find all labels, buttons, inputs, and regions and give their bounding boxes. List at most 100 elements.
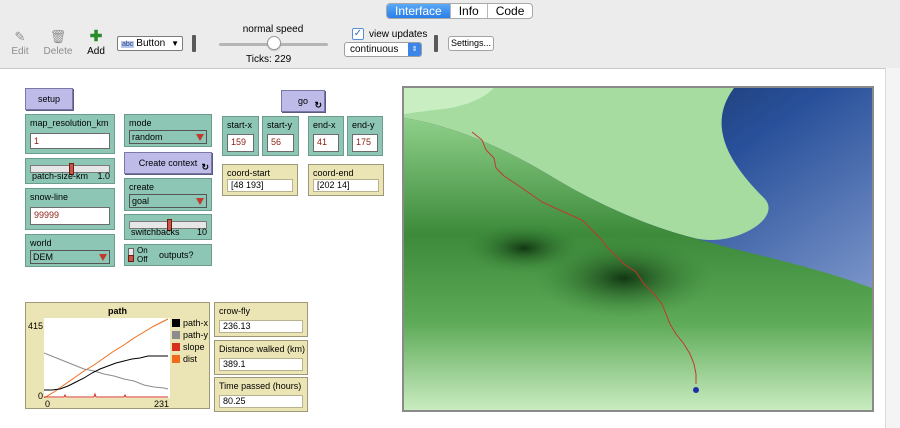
- legend-swatch: [172, 355, 180, 363]
- distance-walked-label: Distance walked (km): [219, 344, 306, 354]
- start-y-label: start-y: [267, 120, 293, 130]
- widget-type-value: Button: [136, 38, 166, 49]
- plus-icon: ✚: [89, 28, 103, 45]
- legend-item: dist: [172, 353, 208, 365]
- dropdown-triangle-icon: [196, 134, 204, 141]
- create-context-button[interactable]: Create context ↻: [124, 152, 212, 174]
- end-y-label: end-y: [352, 120, 375, 130]
- view-updates-toggle[interactable]: ✓ view updates: [352, 28, 427, 40]
- dropdown-triangle-icon: [99, 254, 107, 261]
- dropdown-triangle-icon: [196, 198, 204, 205]
- distance-walked-value: 389.1: [219, 358, 303, 371]
- map-resolution-input-widget: map_resolution_km 1: [25, 114, 115, 154]
- legend-label: path-y: [183, 330, 209, 340]
- go-label: go: [297, 96, 308, 106]
- mode-chooser[interactable]: mode random: [124, 114, 212, 147]
- create-chooser[interactable]: create goal: [124, 178, 212, 211]
- edit-button[interactable]: ✎ Edit: [0, 30, 40, 58]
- tab-bar: Interface Info Code: [386, 3, 534, 19]
- tab-interface[interactable]: Interface: [387, 4, 451, 18]
- end-y-input-widget: end-y 175: [347, 116, 383, 156]
- time-passed-value: 80.25: [219, 395, 303, 408]
- legend-label: path-x: [183, 318, 209, 328]
- plot-x-min: 0: [45, 399, 51, 409]
- snow-line-label: snow-line: [30, 192, 69, 202]
- legend-item: path-x: [172, 317, 208, 329]
- toolbar: ✎ Edit 🗑 Delete ✚ Add abc Button ▼ normal…: [0, 20, 900, 66]
- switch-off-label: Off: [137, 255, 148, 264]
- world-view[interactable]: [402, 86, 874, 412]
- forever-icon: ↻: [314, 100, 322, 110]
- tab-info[interactable]: Info: [451, 4, 488, 18]
- map-resolution-label: map_resolution_km: [30, 118, 109, 128]
- crow-fly-value: 236.13: [219, 320, 303, 333]
- switch-knob[interactable]: [128, 255, 134, 262]
- view-updates-checkbox[interactable]: ✓: [352, 28, 364, 40]
- world-value-box[interactable]: DEM: [30, 250, 110, 264]
- edit-label: Edit: [11, 46, 29, 57]
- map-resolution-field[interactable]: 1: [30, 133, 110, 149]
- switch-on-label: On: [137, 246, 148, 255]
- end-x-label: end-x: [313, 120, 336, 130]
- start-y-input-widget: start-y 56: [262, 116, 299, 156]
- add-label: Add: [87, 46, 105, 57]
- coord-start-label: coord-start: [227, 168, 271, 178]
- walker-turtle: [693, 387, 699, 393]
- speed-slider-knob[interactable]: [267, 36, 281, 50]
- mountain-ridge: [464, 223, 584, 273]
- world-value: DEM: [33, 252, 53, 262]
- outputs-switch[interactable]: On Off outputs?: [124, 244, 212, 266]
- terrain-map: [404, 88, 872, 410]
- snow-line-input-widget: snow-line 99999: [25, 188, 115, 230]
- chevron-down-icon: ▼: [171, 39, 179, 48]
- setup-button[interactable]: setup: [25, 88, 73, 110]
- tick-counter: Ticks: 229: [246, 54, 292, 65]
- patch-size-value: 1.0: [97, 171, 110, 181]
- time-passed-label: Time passed (hours): [219, 381, 302, 391]
- legend-swatch: [172, 343, 180, 351]
- tab-code[interactable]: Code: [488, 4, 533, 18]
- create-value: goal: [132, 196, 150, 206]
- create-value-box[interactable]: goal: [129, 194, 207, 208]
- outputs-label: outputs?: [159, 250, 194, 260]
- plot-legend: path-x path-y slope dist: [172, 317, 208, 365]
- coord-end-value: [202 14]: [313, 179, 379, 192]
- legend-swatch: [172, 319, 180, 327]
- crow-fly-label: crow-fly: [219, 306, 250, 316]
- start-x-field[interactable]: 159: [227, 134, 254, 152]
- switchbacks-slider[interactable]: switchbacks 10: [124, 214, 212, 240]
- world-label: world: [30, 238, 52, 248]
- start-x-input-widget: start-x 159: [222, 116, 259, 156]
- mode-label: mode: [129, 118, 152, 128]
- switchbacks-value: 10: [196, 227, 207, 237]
- end-y-field[interactable]: 175: [352, 134, 378, 152]
- plot-y-min: 0: [38, 391, 44, 401]
- delete-button[interactable]: 🗑 Delete: [38, 30, 78, 58]
- patch-size-slider[interactable]: patch-size-km 1.0: [25, 158, 115, 184]
- plot-y-max: 415: [28, 321, 44, 331]
- switch-track[interactable]: [128, 248, 134, 262]
- start-x-label: start-x: [227, 120, 253, 130]
- toolbar-divider: [192, 35, 196, 52]
- world-chooser[interactable]: world DEM: [25, 234, 115, 267]
- patch-size-label: patch-size-km: [32, 171, 89, 181]
- end-x-field[interactable]: 41: [313, 134, 339, 152]
- crow-fly-monitor: crow-fly 236.13: [214, 302, 308, 337]
- mode-value-box[interactable]: random: [129, 130, 207, 144]
- snow-line-field[interactable]: 99999: [30, 207, 110, 225]
- go-button[interactable]: go ↻: [281, 90, 325, 112]
- toolbar-divider: [434, 35, 438, 52]
- widget-type-select[interactable]: abc Button ▼: [117, 36, 183, 51]
- coord-end-monitor: coord-end [202 14]: [308, 164, 384, 196]
- add-button[interactable]: ✚ Add: [76, 28, 116, 57]
- vertical-scrollbar[interactable]: [885, 68, 900, 428]
- update-mode-select[interactable]: continuous ⇕: [344, 42, 422, 57]
- speed-label: normal speed: [242, 24, 304, 35]
- settings-button[interactable]: Settings...: [448, 36, 494, 51]
- start-y-field[interactable]: 56: [267, 134, 294, 152]
- button-widget-icon: abc: [121, 41, 135, 48]
- create-context-label: Create context: [138, 158, 198, 168]
- distance-walked-monitor: Distance walked (km) 389.1: [214, 340, 308, 375]
- coord-start-monitor: coord-start [48 193]: [222, 164, 298, 196]
- switchbacks-label: switchbacks: [131, 227, 180, 237]
